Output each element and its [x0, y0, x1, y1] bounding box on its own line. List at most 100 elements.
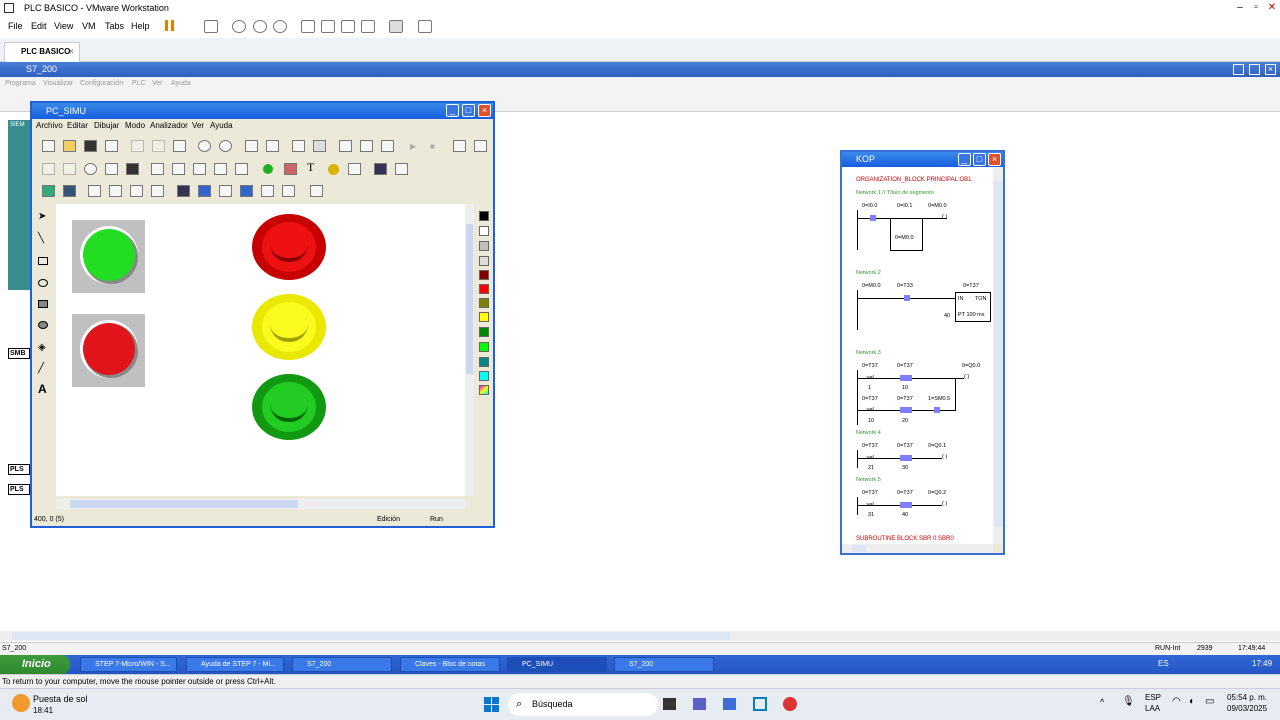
taskbar-pc-simu[interactable]: PC_SIMU: [507, 657, 607, 672]
taskbar-s7-folder[interactable]: S7_200: [292, 657, 392, 672]
plc-connect-icon[interactable]: [360, 140, 373, 152]
snapshot-manager-icon[interactable]: [273, 20, 287, 33]
tool-slot-2-icon[interactable]: [63, 163, 76, 175]
palette-custom[interactable]: [479, 385, 489, 395]
kop-horizontal-scrollbar[interactable]: [842, 544, 993, 553]
pcs-menu-analizador[interactable]: Analizador: [150, 121, 188, 130]
traffic-light-yellow[interactable]: [252, 294, 326, 360]
start-button[interactable]: Inicio: [0, 655, 70, 674]
level-icon[interactable]: [198, 185, 211, 197]
indicator-icon[interactable]: [284, 163, 297, 175]
mdi-horizontal-scrollbar[interactable]: [0, 631, 1280, 641]
palette-olive[interactable]: [479, 298, 489, 308]
tank-icon[interactable]: [177, 185, 190, 197]
ladder-diagram[interactable]: ORGANIZATION_BLOCK PRINCIPAL:OB1 Network…: [842, 167, 993, 544]
pause-icon[interactable]: [165, 20, 168, 31]
pilot-light-red[interactable]: [72, 314, 145, 387]
horizontal-scrollbar[interactable]: [56, 499, 466, 509]
taskbar-lang[interactable]: ES: [1158, 659, 1169, 668]
open-folder-icon[interactable]: [63, 140, 76, 152]
palette-white[interactable]: [479, 226, 489, 236]
palette-silver[interactable]: [479, 241, 489, 251]
spring-icon[interactable]: [282, 185, 295, 197]
maximize-icon[interactable]: ▫: [1248, 0, 1264, 16]
palette-lime[interactable]: [479, 342, 489, 352]
limit-switch-icon[interactable]: [214, 163, 227, 175]
s7-maximize-icon[interactable]: [1249, 64, 1260, 75]
volume-icon[interactable]: ◖: [1188, 696, 1194, 707]
keyboard-icon[interactable]: [374, 163, 387, 175]
pcs-menu-ver[interactable]: Ver: [192, 121, 204, 130]
piston-icon[interactable]: [109, 185, 122, 197]
unity-icon[interactable]: [361, 20, 375, 33]
palette-black[interactable]: [479, 211, 489, 221]
chrome-icon[interactable]: [783, 697, 797, 711]
wifi-icon[interactable]: ◠: [1172, 696, 1181, 707]
kop-maximize-icon[interactable]: □: [973, 153, 986, 166]
group-icon[interactable]: [245, 140, 258, 152]
menu-file[interactable]: File: [8, 21, 23, 31]
motor-icon[interactable]: [42, 185, 55, 197]
windows-logo-icon[interactable]: [484, 697, 491, 704]
traffic-light-green[interactable]: [252, 374, 326, 440]
mic-icon[interactable]: 🎙: [1122, 696, 1135, 707]
pcs-menu-modo[interactable]: Modo: [125, 121, 145, 130]
palette-maroon[interactable]: [479, 270, 489, 280]
pcs-menu-archivo[interactable]: Archivo: [36, 121, 63, 130]
pushbutton-no-icon[interactable]: [151, 163, 164, 175]
s7-close-icon[interactable]: ×: [1265, 64, 1276, 75]
menu-help[interactable]: Help: [131, 21, 150, 31]
text-a-icon[interactable]: A: [38, 382, 47, 396]
undo-icon[interactable]: [198, 140, 211, 152]
heater-icon[interactable]: [261, 185, 274, 197]
bitmap-icon[interactable]: [395, 163, 408, 175]
host-lang-1[interactable]: ESP: [1145, 693, 1161, 702]
vscode-icon[interactable]: [723, 698, 736, 710]
palette-cyan[interactable]: [479, 371, 489, 381]
weather-icon[interactable]: [12, 694, 30, 712]
analyzer-icon[interactable]: [453, 140, 466, 152]
stop-icon[interactable]: ■: [430, 142, 435, 151]
menu-tabs[interactable]: Tabs: [105, 21, 124, 31]
simulation-canvas[interactable]: [56, 204, 474, 496]
io-table-icon[interactable]: [381, 140, 394, 152]
tray-chevron-icon[interactable]: ^: [1100, 697, 1104, 707]
snap-grid-icon[interactable]: [313, 140, 326, 152]
palette-yellow[interactable]: [479, 312, 489, 322]
s7-menu-plc[interactable]: PLC: [132, 80, 146, 87]
chart-icon[interactable]: [474, 140, 487, 152]
pc-simu-maximize-icon[interactable]: □: [462, 104, 475, 117]
palette-red[interactable]: [479, 284, 489, 294]
revert-snapshot-icon[interactable]: [253, 20, 267, 33]
weather-title[interactable]: Puesta de sol: [33, 694, 88, 704]
thumbnail-icon[interactable]: [321, 20, 335, 33]
pencil-icon[interactable]: [339, 140, 352, 152]
filled-ellipse-icon[interactable]: [38, 321, 48, 329]
lamp-icon[interactable]: [263, 164, 273, 174]
grid-icon[interactable]: [292, 140, 305, 152]
pipe-icon[interactable]: [240, 185, 253, 197]
host-time[interactable]: 05:54 p. m.: [1227, 693, 1267, 702]
kop-close-icon[interactable]: ×: [988, 153, 1001, 166]
smb-label[interactable]: SMB: [8, 348, 30, 359]
fan-icon[interactable]: [219, 185, 232, 197]
pcs-menu-editar[interactable]: Editar: [67, 121, 88, 130]
tab-plc-basico[interactable]: PLC BASICO ×: [4, 42, 80, 62]
kop-vertical-scrollbar[interactable]: [993, 167, 1003, 544]
ellipse-icon[interactable]: [38, 279, 48, 287]
teams-icon[interactable]: [693, 698, 706, 710]
vertical-scrollbar[interactable]: [465, 204, 474, 496]
task-view-icon[interactable]: [663, 698, 676, 710]
traffic-light-red[interactable]: [252, 214, 326, 280]
taskbar-ayuda[interactable]: Ayuda de STEP 7 - Mi...: [186, 657, 284, 672]
pilot-light-green[interactable]: [72, 220, 145, 293]
ungroup-icon[interactable]: [266, 140, 279, 152]
s7-menu-ayuda[interactable]: Ayuda: [171, 80, 191, 87]
cross-icon[interactable]: [105, 163, 118, 175]
text-tool-icon[interactable]: T: [307, 160, 314, 175]
pc-simu-minimize-icon[interactable]: _: [446, 104, 459, 117]
send-ctrl-alt-del-icon[interactable]: [204, 20, 218, 33]
palette-light[interactable]: [479, 256, 489, 266]
taskbar-step7[interactable]: STEP 7-Micro/WIN - S...: [80, 657, 177, 672]
pump-icon[interactable]: [151, 185, 164, 197]
